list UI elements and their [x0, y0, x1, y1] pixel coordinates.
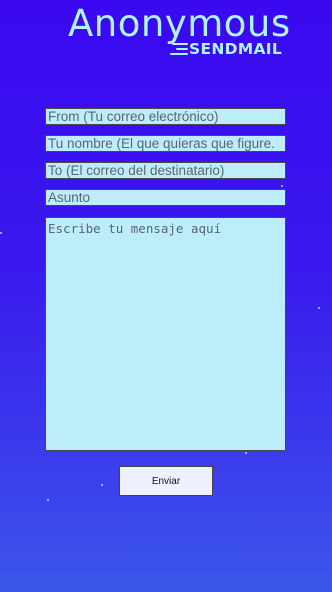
app-logo: Anonymous SENDMAIL	[0, 0, 332, 62]
send-button[interactable]: Enviar	[119, 466, 213, 496]
speed-lines-icon	[164, 42, 188, 56]
logo-subtitle: SENDMAIL	[189, 40, 283, 58]
to-email-input[interactable]	[45, 162, 286, 179]
from-email-input[interactable]	[45, 108, 286, 125]
message-textarea[interactable]	[45, 217, 286, 451]
subject-input[interactable]	[45, 189, 286, 206]
sender-name-input[interactable]	[45, 135, 286, 152]
